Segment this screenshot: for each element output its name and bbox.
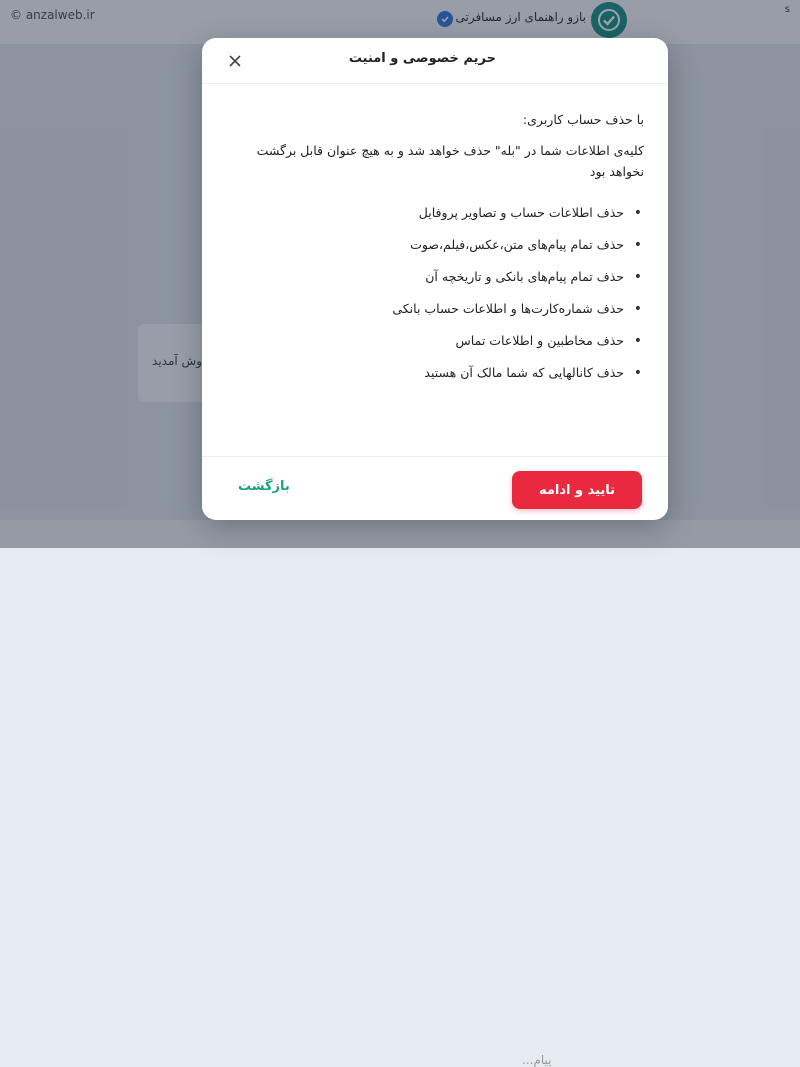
intro-text: با حذف حساب کاربری: [522,112,644,127]
description-text: کلیه‌ی اطلاعات شما در "بله" حذف خواهد شد… [256,143,644,179]
modal-title: حریم خصوصی و امنیت [348,51,496,66]
modal-header: حریم خصوصی و امنیت [202,38,668,84]
list-item: حذف مخاطبین و اطلاعات تماس [202,330,642,362]
modal-footer: بازگشت تایید و ادامه [202,456,668,520]
close-icon[interactable] [226,52,244,70]
back-button[interactable]: بازگشت [238,479,290,494]
list-item: حذف کانالهایی که شما مالک آن هستید [202,362,642,394]
message-input[interactable]: پیام... [522,1053,552,1067]
privacy-modal: حریم خصوصی و امنیت با حذف حساب کاربری: ک… [202,38,668,520]
confirm-button[interactable]: تایید و ادامه [512,471,642,509]
list-item: حذف تمام پیام‌های متن،عکس،فیلم،صوت [202,234,642,266]
list-item: حذف اطلاعات حساب و تصاویر پروفایل [202,202,642,234]
list-item: حذف شماره‌کارت‌ها و اطلاعات حساب بانکی [202,298,642,330]
deletion-list: حذف اطلاعات حساب و تصاویر پروفایل حذف تم… [202,202,644,394]
list-item: حذف تمام پیام‌های بانکی و تاریخچه آن [202,266,642,298]
modal-body: با حذف حساب کاربری: کلیه‌ی اطلاعات شما د… [202,84,668,456]
